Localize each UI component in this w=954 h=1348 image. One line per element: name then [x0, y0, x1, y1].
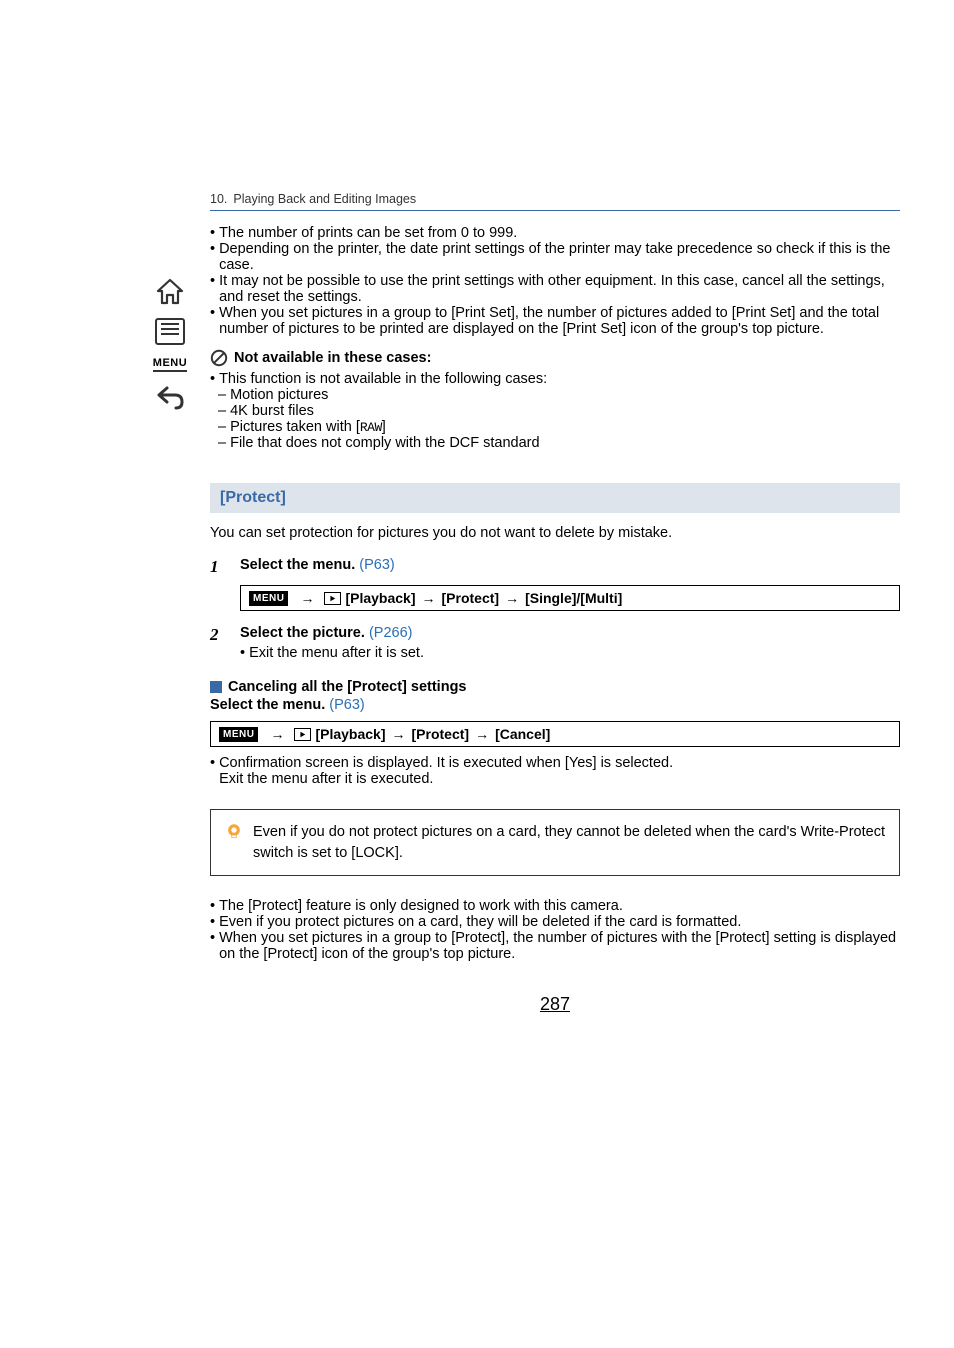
note-item: It may not be possible to use the print …	[219, 273, 900, 305]
menu-item: [Cancel]	[495, 726, 550, 742]
section-heading-protect: [Protect]	[210, 483, 900, 513]
step-1: 1 Select the menu. (P63)	[210, 557, 900, 577]
step-2: 2 Select the picture. (P266) Exit the me…	[210, 625, 900, 661]
menu-item: [Protect]	[442, 590, 500, 606]
square-bullet-icon	[210, 681, 222, 693]
note-item: When you set pictures in a group to [Pro…	[219, 930, 900, 962]
note-item: When you set pictures in a group to [Pri…	[219, 305, 900, 337]
menu-item: [Single]/[Multi]	[525, 590, 622, 606]
list-item: File that does not comply with the DCF s…	[218, 435, 900, 451]
cancel-heading: Canceling all the [Protect] settings	[228, 679, 467, 695]
note-item: The number of prints can be set from 0 t…	[219, 225, 900, 241]
list-item: 4K burst files	[218, 403, 900, 419]
menu-path-protect: MENU → [Playback] → [Protect] → [Single]…	[240, 585, 900, 611]
arrow-icon: →	[475, 726, 489, 742]
note-item: Depending on the printer, the date print…	[219, 241, 900, 273]
menu-button-icon: MENU	[249, 591, 288, 606]
step-note: Exit the menu after it is set.	[240, 645, 900, 661]
step-title: Select the picture.	[240, 625, 369, 641]
list-item: Pictures taken with [RAW]	[218, 419, 900, 435]
note-item: Even if you protect pictures on a card, …	[219, 914, 900, 930]
breadcrumb: 10. Playing Back and Editing Images	[210, 192, 900, 211]
chapter-number: 10.	[210, 192, 227, 206]
page-number: 287	[210, 994, 900, 1015]
lightbulb-icon	[225, 822, 243, 840]
not-available-icon	[210, 349, 228, 367]
nav-toc-icon[interactable]	[152, 318, 188, 345]
note-item: The [Protect] feature is only designed t…	[219, 898, 900, 914]
chapter-title: Playing Back and Editing Images	[233, 192, 416, 206]
arrow-icon: →	[270, 726, 284, 742]
not-available-lead: This function is not available in the fo…	[210, 371, 900, 387]
confirm-text: Confirmation screen is displayed. It is …	[219, 755, 673, 771]
list-item: Motion pictures	[218, 387, 900, 403]
tip-text: Even if you do not protect pictures on a…	[253, 822, 885, 863]
page-link[interactable]: (P63)	[329, 697, 364, 713]
raw-icon: RAW	[360, 420, 382, 435]
step-number: 2	[210, 625, 240, 661]
playback-icon	[294, 728, 311, 741]
section-intro: You can set protection for pictures you …	[210, 523, 900, 543]
page-link[interactable]: (P266)	[369, 625, 413, 641]
arrow-icon: →	[422, 590, 436, 606]
arrow-icon: →	[392, 726, 406, 742]
top-notes: The number of prints can be set from 0 t…	[210, 225, 900, 337]
tip-box: Even if you do not protect pictures on a…	[210, 809, 900, 876]
arrow-icon: →	[505, 590, 519, 606]
page-link[interactable]: (P63)	[359, 557, 394, 573]
menu-item: [Protect]	[412, 726, 470, 742]
bottom-notes: The [Protect] feature is only designed t…	[210, 898, 900, 962]
menu-item: [Playback]	[315, 726, 385, 742]
cancel-select-text: Select the menu.	[210, 697, 329, 713]
menu-path-cancel: MENU → [Playback] → [Protect] → [Cancel]	[210, 721, 900, 747]
not-available-list: Motion pictures 4K burst files Pictures …	[218, 387, 900, 451]
confirm-block: Confirmation screen is displayed. It is …	[210, 755, 900, 787]
menu-item: [Playback]	[345, 590, 415, 606]
step-number: 1	[210, 557, 240, 577]
nav-back-icon[interactable]	[152, 384, 188, 410]
step-title: Select the menu.	[240, 557, 359, 573]
arrow-icon: →	[300, 590, 314, 606]
menu-button-icon: MENU	[219, 727, 258, 742]
playback-icon	[324, 592, 341, 605]
confirm-exit: Exit the menu after it is executed.	[219, 771, 433, 787]
not-available-heading: Not available in these cases:	[234, 350, 431, 366]
nav-menu-icon[interactable]: MENU	[152, 357, 188, 372]
nav-home-icon[interactable]	[152, 278, 188, 306]
